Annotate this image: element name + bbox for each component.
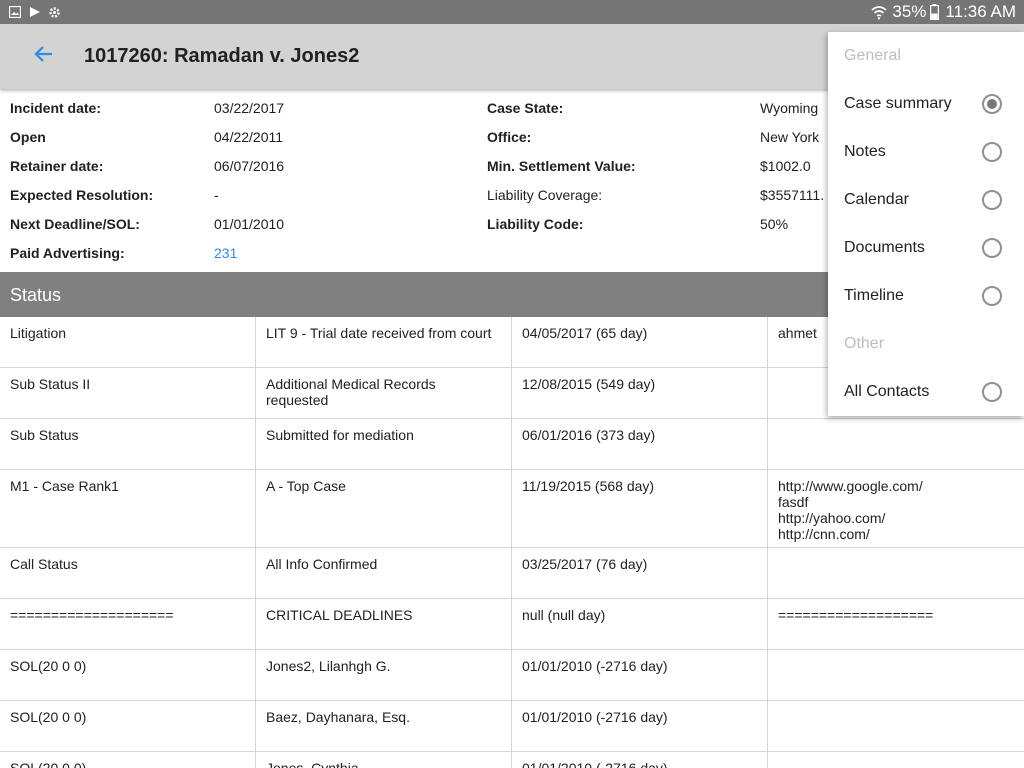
table-cell: Baez, Dayhanara, Esq. [256,701,512,751]
menu-item-notes[interactable]: Notes [828,128,1024,176]
case-state-value: Wyoming [760,100,819,116]
wifi-icon [870,4,888,20]
image-icon [8,6,21,19]
table-cell: 01/01/2010 (-2716 day) [512,701,768,751]
retainer-date-value: 06/07/2016 [214,158,285,174]
table-row[interactable]: Sub Status Submitted for mediation 06/01/2… [0,419,1024,470]
menu-item-documents[interactable]: Documents [828,224,1024,272]
radio-unselected-icon[interactable] [982,142,1002,162]
table-cell: ==================== [0,599,256,649]
menu-section-other: Other [844,335,885,352]
system-indicators: 35% 11:36 AM [870,2,1016,22]
liability-code-value: 50% [760,216,789,232]
battery-icon [930,4,940,21]
table-row[interactable]: SOL(20 0 0) Baez, Dayhanara, Esq. 01/01/20… [0,701,1024,752]
table-cell: 01/01/2010 (-2716 day) [512,752,768,768]
menu-item-label: Documents [844,239,925,256]
retainer-date-label: Retainer date: [10,158,104,174]
table-row[interactable]: SOL(20 0 0) Jones, Cynthia 01/01/2010 (-27… [0,752,1024,768]
min-settlement-label: Min. Settlement Value: [487,158,636,174]
office-value: New York [760,129,820,145]
table-cell: Submitted for mediation [256,419,512,469]
table-cell [768,701,1024,751]
table-row[interactable]: SOL(20 0 0) Jones2, Lilanhgh G. 01/01/2010… [0,650,1024,701]
liability-coverage-label: Liability Coverage: [487,187,603,203]
table-cell: 01/01/2010 (-2716 day) [512,650,768,700]
table-cell: Jones2, Lilanhgh G. [256,650,512,700]
back-button[interactable] [28,41,60,73]
radio-selected-icon[interactable] [982,94,1002,114]
navigation-menu: General Case summary Notes Calendar Docu… [828,32,1024,416]
table-row[interactable]: ==================== CRITICAL DEADLINES nu… [0,599,1024,650]
table-cell: 11/19/2015 (568 day) [512,470,768,547]
table-cell [768,752,1024,768]
table-cell: Sub Status [0,419,256,469]
liability-code-label: Liability Code: [487,216,584,232]
next-deadline-value: 01/01/2010 [214,216,285,232]
menu-item-label: Timeline [844,287,904,304]
page-title: 1017260: Ramadan v. Jones2 [84,45,360,67]
menu-item-calendar[interactable]: Calendar [828,176,1024,224]
table-cell: Litigation [0,317,256,367]
liability-coverage-value: $3557111. [760,187,825,203]
radio-unselected-icon[interactable] [982,238,1002,258]
table-cell: SOL(20 0 0) [0,701,256,751]
table-cell: Additional Medical Records requested [256,368,512,418]
min-settlement-value: $1002.0 [760,158,811,174]
open-label: Open [10,129,46,145]
table-cell: =================== [778,607,934,623]
table-cell: 03/25/2017 (76 day) [512,548,768,598]
menu-section-general: General [844,47,901,64]
table-cell: 04/05/2017 (65 day) [512,317,768,367]
radio-unselected-icon[interactable] [982,190,1002,210]
play-store-icon [28,6,41,19]
radio-unselected-icon[interactable] [982,382,1002,402]
case-state-label: Case State: [487,100,564,116]
expected-resolution-value: - [214,187,219,203]
table-cell: SOL(20 0 0) [0,752,256,768]
table-cell: Jones, Cynthia [256,752,512,768]
table-row[interactable]: Call Status All Info Confirmed 03/25/2017 … [0,548,1024,599]
menu-item-timeline[interactable]: Timeline [828,272,1024,320]
menu-item-label: All Contacts [844,383,930,400]
screen: 35% 11:36 AM 1017260: Ramadan v. Jones2 … [0,0,1024,768]
table-row[interactable]: M1 - Case Rank1 A - Top Case 11/19/2015 (5… [0,470,1024,548]
menu-item-label: Notes [844,143,886,160]
table-cell [768,548,1024,598]
table-cell [768,419,1024,469]
open-value: 04/22/2011 [214,129,284,145]
office-label: Office: [487,129,532,145]
menu-item-all-contacts[interactable]: All Contacts [828,368,1024,416]
battery-percentage: 35% [892,2,927,21]
expected-resolution-label: Expected Resolution: [10,187,154,203]
menu-item-label: Calendar [844,191,909,208]
table-cell: http://www.google.com/ fasdf http://yaho… [778,478,923,542]
table-cell: SOL(20 0 0) [0,650,256,700]
table-cell [768,650,1024,700]
paid-advertising-link[interactable]: 231 [214,245,237,261]
table-cell: LIT 9 - Trial date received from court [256,317,512,367]
notification-icons [8,6,61,19]
back-arrow-icon [34,45,54,68]
incident-date-value: 03/22/2017 [214,100,285,116]
menu-item-case-summary[interactable]: Case summary [828,80,1024,128]
incident-date-label: Incident date: [10,100,102,116]
table-cell: 06/01/2016 (373 day) [512,419,768,469]
menu-item-label: Case summary [844,95,952,112]
table-cell: 12/08/2015 (549 day) [512,368,768,418]
clock: 11:36 AM [945,2,1016,21]
settings-gear-icon [48,6,61,19]
radio-unselected-icon[interactable] [982,286,1002,306]
table-cell: CRITICAL DEADLINES [256,599,512,649]
table-cell: null (null day) [512,599,768,649]
table-cell: A - Top Case [256,470,512,547]
table-cell: Call Status [0,548,256,598]
table-cell: M1 - Case Rank1 [0,470,256,547]
next-deadline-label: Next Deadline/SOL: [10,216,140,232]
table-cell: All Info Confirmed [256,548,512,598]
table-cell: Sub Status II [0,368,256,418]
paid-advertising-label: Paid Advertising: [10,245,125,261]
system-status-bar: 35% 11:36 AM [0,0,1024,24]
